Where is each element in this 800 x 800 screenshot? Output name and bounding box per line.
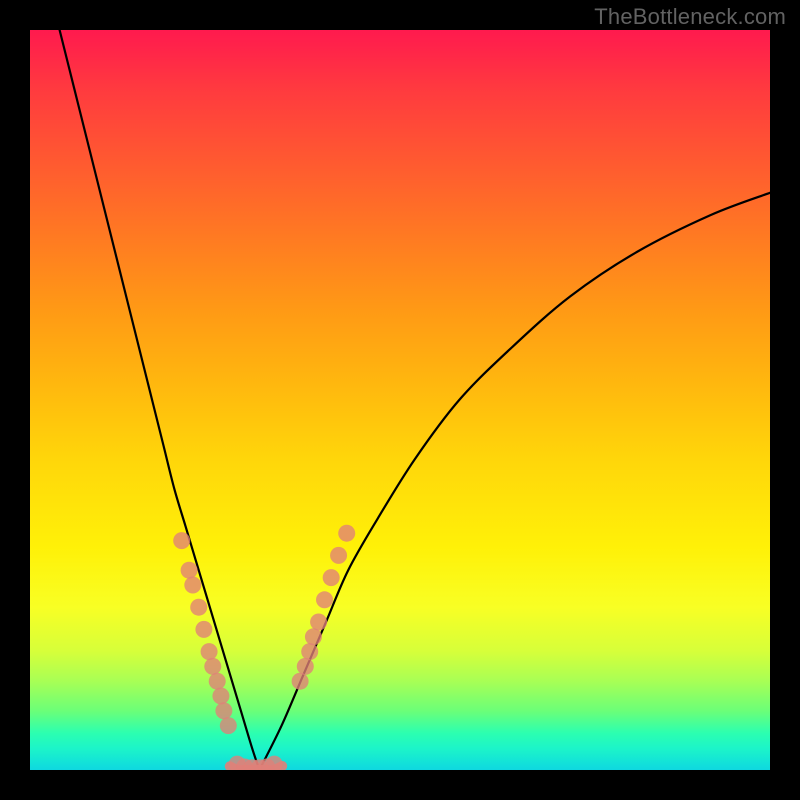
curve-layer (60, 30, 770, 770)
dot-left (181, 562, 198, 579)
watermark-text: TheBottleneck.com (594, 4, 786, 30)
series-left-curve (60, 30, 260, 770)
dot-layer (173, 525, 355, 770)
dot-right (323, 569, 340, 586)
plot-area (30, 30, 770, 770)
outer-frame: TheBottleneck.com (0, 0, 800, 800)
dot-left (195, 621, 212, 638)
series-right-curve (259, 191, 770, 770)
dot-right (297, 658, 314, 675)
dot-left (184, 577, 201, 594)
dot-left (209, 673, 226, 690)
dot-left (173, 532, 190, 549)
dot-left (201, 643, 218, 660)
dot-left (190, 599, 207, 616)
chart-svg (30, 30, 770, 770)
dot-right (305, 628, 322, 645)
dot-right (316, 591, 333, 608)
dot-left (220, 717, 237, 734)
dot-right (330, 547, 347, 564)
dot-right (292, 673, 309, 690)
dot-left (204, 658, 221, 675)
dot-right (301, 643, 318, 660)
dot-bottom (266, 756, 283, 770)
dot-left (212, 688, 229, 705)
dot-right (310, 614, 327, 631)
dot-right (338, 525, 355, 542)
dot-left (215, 702, 232, 719)
